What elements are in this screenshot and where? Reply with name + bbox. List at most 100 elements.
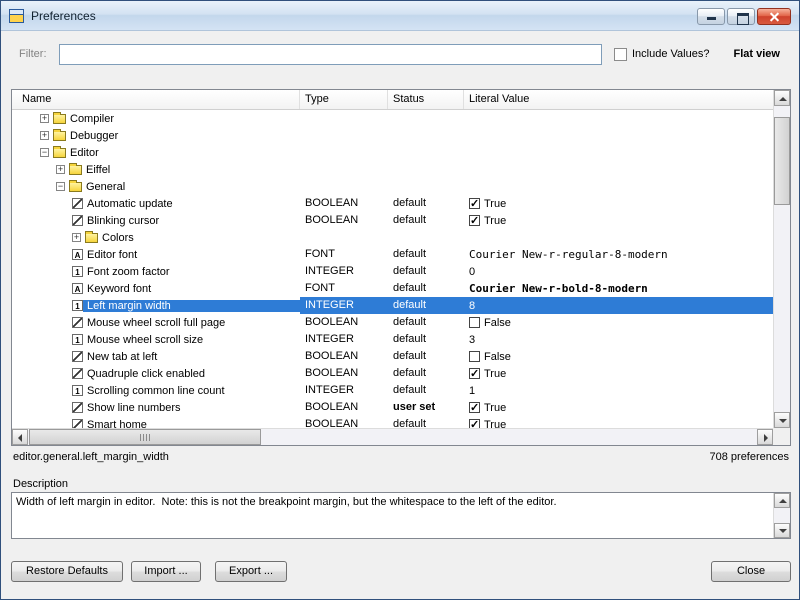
minimize-button[interactable] <box>697 8 725 25</box>
restore-defaults-button[interactable]: Restore Defaults <box>11 561 123 582</box>
tree-row[interactable]: + Compiler <box>12 110 773 127</box>
row-name-cell: Quadruple click enabled <box>12 365 300 382</box>
scroll-up-icon[interactable] <box>774 90 790 106</box>
row-name-cell: +Colors <box>12 229 300 246</box>
row-status: default <box>388 212 464 229</box>
title-bar[interactable]: Preferences <box>1 1 799 31</box>
row-label: Compiler <box>66 113 300 125</box>
export-button[interactable]: Export ... <box>215 561 287 582</box>
description-scroll-up-icon[interactable] <box>774 493 790 508</box>
tree-row[interactable]: 1Left margin widthINTEGERdefault8 <box>12 297 773 314</box>
tree-row[interactable]: 1Mouse wheel scroll sizeINTEGERdefault3 <box>12 331 773 348</box>
row-name-cell: 1Font zoom factor <box>12 263 300 280</box>
preferences-dialog: Preferences Filter: Include Values? Flat… <box>0 0 800 600</box>
checked-checkbox-icon[interactable] <box>469 368 480 379</box>
filter-input[interactable] <box>59 44 602 65</box>
row-type <box>300 229 388 246</box>
row-status: default <box>388 246 464 263</box>
unchecked-checkbox-icon[interactable] <box>469 351 480 362</box>
description-scrollbar[interactable] <box>773 493 790 538</box>
row-literal-value: False <box>464 314 773 331</box>
close-window-button[interactable] <box>757 8 791 25</box>
row-literal-value: 1 <box>464 382 773 399</box>
close-button[interactable]: Close <box>711 561 791 582</box>
tree-rows: + Compiler +Debugger − Editor +Eiffel−General… <box>12 110 773 428</box>
row-label: Mouse wheel scroll size <box>83 334 300 346</box>
scroll-left-icon[interactable] <box>12 429 28 445</box>
column-header-name[interactable]: Name <box>12 90 300 109</box>
tree-indent <box>12 271 72 272</box>
scroll-right-icon[interactable] <box>757 429 773 445</box>
row-label: Editor <box>66 147 300 159</box>
tree-row[interactable]: 1Scrolling common line countINTEGERdefau… <box>12 382 773 399</box>
row-literal-value: Courier New-r-regular-8-modern <box>464 246 773 263</box>
vertical-scroll-thumb[interactable] <box>774 117 790 205</box>
row-literal-value: True <box>464 212 773 229</box>
tree-row[interactable]: 1Font zoom factorINTEGERdefault0 <box>12 263 773 280</box>
unchecked-checkbox-icon[interactable] <box>469 317 480 328</box>
tree-row[interactable]: +Colors <box>12 229 773 246</box>
tree-row[interactable]: +Debugger <box>12 127 773 144</box>
row-label: Font zoom factor <box>83 266 300 278</box>
tree-indent <box>12 305 72 306</box>
description-scroll-down-icon[interactable] <box>774 523 790 538</box>
expand-icon[interactable]: + <box>56 165 65 174</box>
tree-indent <box>12 373 72 374</box>
row-status: default <box>388 195 464 212</box>
tree-row[interactable]: New tab at leftBOOLEANdefaultFalse <box>12 348 773 365</box>
column-header-status[interactable]: Status <box>388 90 464 109</box>
row-name-cell: 1Scrolling common line count <box>12 382 300 399</box>
tree-row[interactable]: −General <box>12 178 773 195</box>
column-header-type[interactable]: Type <box>300 90 388 109</box>
collapse-icon[interactable]: − <box>56 182 65 191</box>
row-value-text: True <box>484 368 506 380</box>
row-name-cell: − Editor <box>12 144 300 161</box>
boolean-icon <box>72 419 83 428</box>
description-text: Width of left margin in editor. Note: th… <box>16 495 768 509</box>
expand-icon[interactable]: + <box>40 114 49 123</box>
row-status: default <box>388 382 464 399</box>
tree-row[interactable]: +Eiffel <box>12 161 773 178</box>
tree-row[interactable]: Mouse wheel scroll full pageBOOLEANdefau… <box>12 314 773 331</box>
tree-row[interactable]: Smart homeBOOLEANdefaultTrue <box>12 416 773 428</box>
import-button[interactable]: Import ... <box>131 561 201 582</box>
checked-checkbox-icon[interactable] <box>469 419 480 428</box>
checked-checkbox-icon[interactable] <box>469 198 480 209</box>
scroll-down-icon[interactable] <box>774 412 790 428</box>
row-type: INTEGER <box>300 263 388 280</box>
preferences-tree-panel: Name Type Status Literal Value + Compiler… <box>11 89 791 446</box>
tree-row[interactable]: Blinking cursorBOOLEANdefaultTrue <box>12 212 773 229</box>
checked-checkbox-icon[interactable] <box>469 215 480 226</box>
tree-row[interactable]: AKeyword fontFONTdefaultCourier New-r-bo… <box>12 280 773 297</box>
row-name-cell: Blinking cursor <box>12 212 300 229</box>
tree-indent <box>12 220 72 221</box>
tree-row[interactable]: Show line numbersBOOLEANuser setTrue <box>12 399 773 416</box>
row-name-cell: +Eiffel <box>12 161 300 178</box>
boolean-icon <box>72 402 83 413</box>
expand-icon[interactable]: + <box>40 131 49 140</box>
row-type <box>300 144 388 161</box>
column-header-literal-value[interactable]: Literal Value <box>464 90 773 109</box>
tree-row[interactable]: − Editor <box>12 144 773 161</box>
row-name-cell: 1Left margin width <box>12 297 300 314</box>
vertical-scrollbar[interactable] <box>773 90 790 428</box>
flat-view-button[interactable]: Flat view <box>733 48 779 60</box>
horizontal-scroll-thumb[interactable] <box>29 429 261 445</box>
row-type: BOOLEAN <box>300 416 388 428</box>
collapse-icon[interactable]: − <box>40 148 49 157</box>
include-values-checkbox[interactable] <box>614 48 627 61</box>
row-status: default <box>388 416 464 428</box>
horizontal-scrollbar[interactable] <box>12 428 773 445</box>
tree-row[interactable]: Quadruple click enabledBOOLEANdefaultTru… <box>12 365 773 382</box>
filter-label: Filter: <box>19 48 59 60</box>
checked-checkbox-icon[interactable] <box>469 402 480 413</box>
maximize-button[interactable] <box>727 8 755 25</box>
expand-icon[interactable]: + <box>72 233 81 242</box>
tree-row[interactable]: AEditor fontFONTdefaultCourier New-r-reg… <box>12 246 773 263</box>
folder-icon <box>69 182 82 192</box>
scrollbar-corner <box>773 428 790 445</box>
tree-row[interactable]: Automatic updateBOOLEANdefaultTrue <box>12 195 773 212</box>
row-label: Quadruple click enabled <box>83 368 300 380</box>
boolean-icon <box>72 317 83 328</box>
boolean-icon <box>72 351 83 362</box>
